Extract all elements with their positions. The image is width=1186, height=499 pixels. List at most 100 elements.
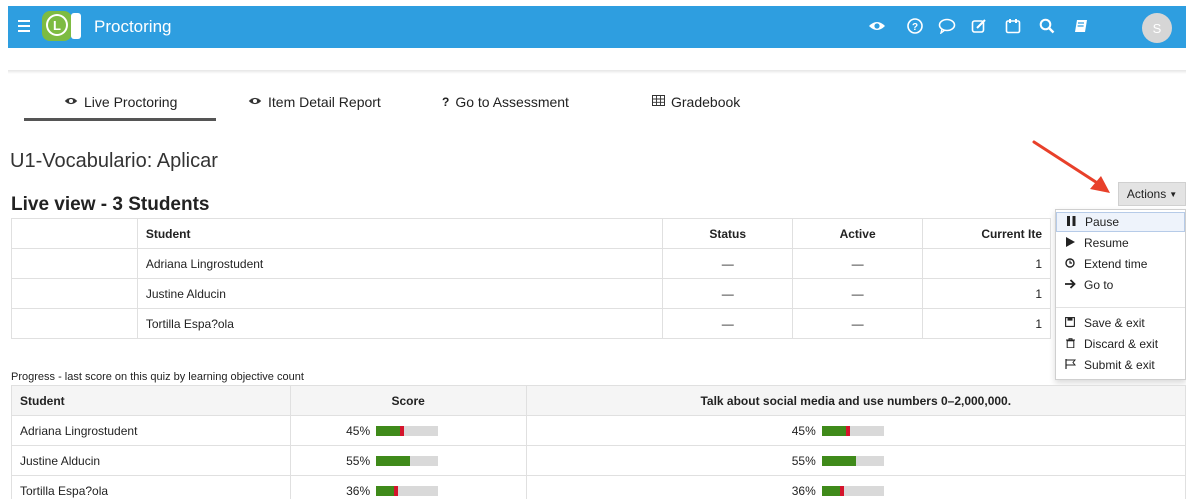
progress-caption: Progress - last score on this quiz by le… xyxy=(11,371,304,383)
menu-icon[interactable] xyxy=(18,20,30,34)
menu-item-extend-time[interactable]: Extend time xyxy=(1056,254,1185,274)
search-icon[interactable] xyxy=(1036,15,1058,37)
table-row: Adriana Lingrostudent 45% 45% xyxy=(11,415,1186,446)
score-bar-marker xyxy=(400,425,405,436)
tab-go-to-assessment[interactable]: ? Go to Assessment xyxy=(442,94,569,110)
app-title: Proctoring xyxy=(94,17,172,36)
caret-down-icon: ▼ xyxy=(1169,189,1178,199)
active-cell: — xyxy=(792,278,924,309)
score-bar xyxy=(821,485,884,496)
live-students-table: Student Status Active Current Ite Adrian… xyxy=(11,218,1051,339)
objective-cell: 55% xyxy=(525,445,1186,476)
actions-label: Actions xyxy=(1126,187,1167,201)
score-bar-marker xyxy=(394,485,399,496)
score-bar xyxy=(376,455,439,466)
avatar[interactable]: S xyxy=(1142,13,1172,43)
score-percent: 36% xyxy=(346,483,371,498)
student-name: Justine Alducin xyxy=(11,445,291,476)
menu-item-label: Resume xyxy=(1084,236,1129,250)
column-header: Score xyxy=(289,385,527,416)
score-bar-fill xyxy=(376,455,411,466)
current-item-cell: 1 xyxy=(922,308,1051,339)
menu-divider xyxy=(1056,307,1185,308)
score-bar-marker xyxy=(845,425,850,436)
score-bar xyxy=(821,455,884,466)
column-header: Status xyxy=(662,218,794,249)
menu-item-pause[interactable]: Pause xyxy=(1056,212,1185,232)
menu-item-label: Submit & exit xyxy=(1084,358,1155,372)
score-bar-fill xyxy=(821,455,856,466)
chat-icon[interactable] xyxy=(936,15,958,37)
table-icon xyxy=(652,95,665,109)
menu-item-label: Save & exit xyxy=(1084,316,1145,330)
row-select-cell[interactable] xyxy=(11,278,138,309)
objective-cell: 45% xyxy=(525,415,1186,446)
table-row[interactable]: Adriana Lingrostudent — — 1 xyxy=(11,248,1051,279)
top-bar: L Proctoring ? S xyxy=(8,6,1186,48)
score-cell: 55% xyxy=(289,445,527,476)
table-row[interactable]: Tortilla Espa?ola — — 1 xyxy=(11,308,1051,339)
tab-label: Live Proctoring xyxy=(84,94,178,110)
question-icon: ? xyxy=(442,95,450,109)
score-bar-marker xyxy=(839,485,844,496)
arrow-right-icon xyxy=(1056,278,1084,292)
tab-label: Item Detail Report xyxy=(268,94,381,110)
menu-item-label: Pause xyxy=(1085,215,1120,229)
tab-gradebook[interactable]: Gradebook xyxy=(652,94,740,110)
active-cell: — xyxy=(792,308,924,339)
menu-item-resume[interactable]: Resume xyxy=(1056,233,1185,253)
table-row: Tortilla Espa?ola 36% 36% xyxy=(11,475,1186,499)
objective-cell: 36% xyxy=(525,475,1186,499)
student-name: Adriana Lingrostudent xyxy=(136,248,664,279)
score-bar xyxy=(821,425,884,436)
book-icon[interactable] xyxy=(1070,15,1092,37)
column-header: Talk about social media and use numbers … xyxy=(525,385,1186,416)
eye-icon[interactable] xyxy=(866,15,888,37)
page-title: U1-Vocabulario: Aplicar xyxy=(10,150,218,172)
active-tab-indicator xyxy=(24,118,216,121)
annotation-arrow-icon xyxy=(1032,140,1110,193)
column-header: Active xyxy=(792,218,924,249)
table-header-row: Student Status Active Current Ite xyxy=(11,218,1051,249)
row-select-cell[interactable] xyxy=(11,308,138,339)
save-icon xyxy=(1056,316,1084,330)
menu-item-label: Extend time xyxy=(1084,257,1148,271)
score-cell: 45% xyxy=(289,415,527,446)
flag-icon xyxy=(1056,358,1084,372)
actions-dropdown-menu: Pause Resume Extend time Go to Save & ex… xyxy=(1055,209,1186,380)
column-header: Student xyxy=(136,218,664,249)
tab-live-proctoring[interactable]: Live Proctoring xyxy=(64,94,177,110)
student-name: Tortilla Espa?ola xyxy=(136,308,664,339)
help-icon[interactable]: ? xyxy=(904,15,926,37)
edit-icon[interactable] xyxy=(968,15,990,37)
tab-label: Go to Assessment xyxy=(455,94,569,110)
student-name: Adriana Lingrostudent xyxy=(11,415,291,446)
objective-percent: 36% xyxy=(791,483,816,498)
table-row: Justine Alducin 55% 55% xyxy=(11,445,1186,476)
score-bar xyxy=(376,425,439,436)
divider xyxy=(8,70,1186,74)
trash-icon xyxy=(1056,337,1084,351)
menu-item-go-to[interactable]: Go to xyxy=(1056,275,1185,295)
menu-item-submit-exit[interactable]: Submit & exit xyxy=(1056,355,1185,375)
column-header: Current Ite xyxy=(922,218,1051,249)
menu-item-label: Go to xyxy=(1084,278,1114,292)
table-row[interactable]: Justine Alducin — — 1 xyxy=(11,278,1051,309)
active-cell: — xyxy=(792,248,924,279)
calendar-icon[interactable] xyxy=(1002,15,1024,37)
actions-button[interactable]: Actions ▼ xyxy=(1118,182,1186,206)
menu-item-label: Discard & exit xyxy=(1084,337,1159,351)
status-cell: — xyxy=(662,248,794,279)
menu-item-save-exit[interactable]: Save & exit xyxy=(1056,313,1185,333)
row-select-cell[interactable] xyxy=(11,248,138,279)
score-percent: 55% xyxy=(346,453,371,468)
objective-percent: 55% xyxy=(791,453,816,468)
tab-item-detail-report[interactable]: Item Detail Report xyxy=(248,94,381,110)
live-view-heading: Live view - 3 Students xyxy=(11,194,210,215)
student-name: Tortilla Espa?ola xyxy=(11,475,291,499)
status-cell: — xyxy=(662,308,794,339)
empty-header xyxy=(11,218,138,249)
play-icon xyxy=(1056,236,1084,250)
menu-item-discard-exit[interactable]: Discard & exit xyxy=(1056,334,1185,354)
score-percent: 45% xyxy=(346,423,371,438)
